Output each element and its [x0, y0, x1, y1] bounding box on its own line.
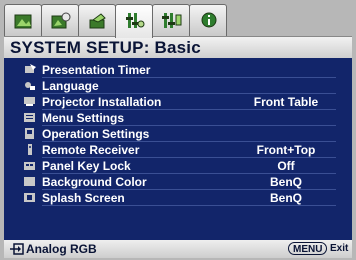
exit-label: Exit	[330, 243, 349, 254]
language-icon	[25, 82, 35, 90]
menu-item-menu-settings[interactable]: Menu Settings	[4, 110, 352, 126]
menu-item-projector-installation[interactable]: Projector Installation Front Table	[4, 94, 352, 110]
tab-system-setup-basic[interactable]	[115, 4, 153, 38]
projector-icon	[24, 97, 35, 106]
operation-icon	[25, 128, 34, 139]
input-source-label: Analog RGB	[26, 242, 97, 256]
advanced-picture-icon	[51, 12, 71, 29]
information-icon	[201, 12, 217, 28]
picture-icon	[14, 14, 32, 29]
menu-item-remote-receiver[interactable]: Remote Receiver Front+Top	[4, 142, 352, 158]
system-setup-icon	[126, 13, 145, 28]
menu-item-presentation-timer[interactable]: Presentation Timer	[4, 62, 352, 78]
display-icon	[89, 13, 106, 29]
input-source-icon	[10, 243, 24, 255]
status-bar: Analog RGB MENU Exit	[4, 240, 352, 258]
tab-information[interactable]	[189, 4, 227, 36]
page-title: SYSTEM SETUP: Basic	[10, 38, 201, 57]
system-advanced-icon	[162, 13, 182, 28]
tab-advanced-picture[interactable]	[41, 4, 79, 36]
splash-icon	[24, 193, 35, 202]
divider	[42, 205, 336, 206]
title-bar: SYSTEM SETUP: Basic	[4, 36, 352, 58]
tab-system-setup-advanced[interactable]	[152, 4, 190, 36]
menu-item-splash-screen[interactable]: Splash Screen BenQ	[4, 190, 352, 206]
tab-picture[interactable]	[4, 4, 42, 36]
osd-window: SYSTEM SETUP: Basic Presentation Timer L…	[0, 0, 356, 260]
menu-item-panel-key-lock[interactable]: Panel Key Lock Off	[4, 158, 352, 174]
lock-icon	[24, 162, 35, 170]
menu-item-operation-settings[interactable]: Operation Settings	[4, 126, 352, 142]
menu-key-badge[interactable]: MENU	[288, 242, 328, 255]
tab-display[interactable]	[78, 4, 116, 36]
remote-icon	[28, 144, 32, 155]
menu-item-background-color[interactable]: Background Color BenQ	[4, 174, 352, 190]
timer-icon	[25, 64, 36, 73]
menu-panel: Presentation Timer Language Projector In…	[4, 58, 352, 240]
menu-item-language[interactable]: Language	[4, 78, 352, 94]
menu-icon	[24, 113, 35, 122]
background-icon	[24, 177, 35, 186]
